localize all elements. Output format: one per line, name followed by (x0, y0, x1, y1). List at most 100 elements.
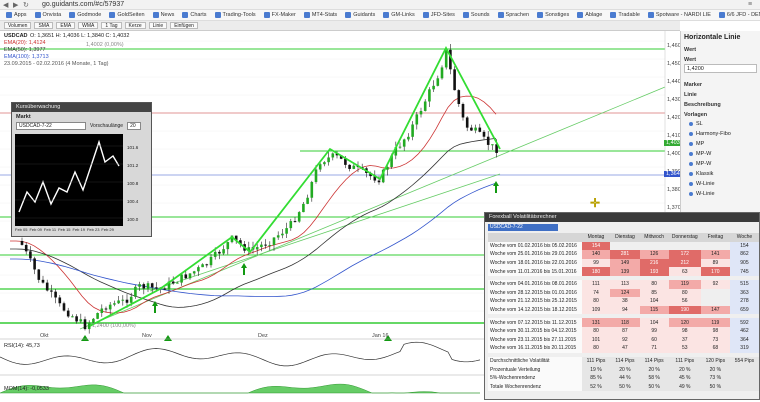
value-input[interactable]: 1,4200 (684, 64, 757, 73)
bookmark-item[interactable]: Sounds (460, 12, 493, 18)
bookmark-item[interactable]: Trading-Tools (212, 12, 259, 18)
bookmark-item[interactable]: GoldSeiten (106, 12, 147, 18)
url-text[interactable]: go.guidants.com/#c/57937 (42, 1, 124, 8)
watch-popup[interactable]: Kursüberwachung Markt USDCAD-7-22 Vorsch… (11, 102, 152, 237)
popup-tab[interactable]: Markt (12, 112, 151, 122)
table-cell: 111 (581, 279, 611, 289)
mini-axis-label: 100.0 (127, 217, 139, 222)
table-cell: 89 (700, 258, 730, 268)
mini-date-label: Feb 09 (29, 227, 42, 232)
table-cell: 172 (668, 250, 701, 259)
table-cell: 120 (668, 318, 701, 327)
candle-body (289, 221, 293, 229)
table-cell: 141 (700, 250, 730, 259)
bookmark-item[interactable]: Charts (179, 12, 209, 18)
arrow-up-icon[interactable] (493, 181, 499, 193)
candle-body (297, 212, 301, 222)
volatility-popup-title[interactable]: Forexball Volatilitätsrechner (485, 213, 759, 222)
template-item[interactable]: Klassik (681, 169, 760, 179)
volatility-symbol-select[interactable]: USDCAD-7-22 (488, 224, 558, 231)
bookmark-item[interactable]: Godmode (66, 12, 104, 18)
candle-body (129, 296, 133, 303)
candle-body (314, 169, 318, 182)
bookmark-label: Trading-Tools (222, 12, 256, 18)
bookmark-item[interactable]: Tradable (607, 12, 643, 18)
table-cell (610, 242, 639, 251)
table-cell: 170 (700, 267, 730, 276)
template-item[interactable]: MP (681, 139, 760, 149)
toolbar-button[interactable]: WMA (78, 22, 99, 29)
bookmark-item[interactable]: JFD-Sites (420, 12, 458, 18)
bookmark-item[interactable]: 6/6 JFD - DEM (716, 12, 760, 18)
bookmark-item[interactable]: Sonstiges (534, 12, 572, 18)
table-cell: 364 (729, 335, 759, 345)
bookmark-item[interactable]: Spotware - NARDI LIE (645, 12, 714, 18)
bookmark-item[interactable]: MT4-Stats (301, 12, 340, 18)
template-item[interactable]: Harmony-Fibo (681, 129, 760, 139)
table-row: Woche vom 16.11.2015 bis 20.11.2015 80 47 7… (488, 344, 759, 353)
bookmark-label: Guidants (353, 12, 376, 18)
table-cell: Woche vom 16.11.2015 bis 20.11.2015 (488, 344, 582, 353)
table-cell: 119 (700, 318, 730, 327)
candle-body (108, 304, 112, 310)
table-cell: 140 (581, 250, 611, 259)
bookmark-item[interactable]: Onvista (32, 12, 65, 18)
table-cell: 278 (729, 297, 759, 306)
bookmark-item[interactable]: Guidants (342, 12, 378, 18)
candle-body (121, 299, 125, 301)
bookmark-item[interactable]: Apps (3, 12, 30, 18)
table-cell: 114 Pips (639, 356, 669, 366)
bookmark-label: MT4-Stats (311, 12, 338, 18)
panel-title: Horizontale Linie (684, 34, 741, 41)
reload-icon[interactable]: ↻ (23, 1, 29, 9)
candle-body (176, 282, 179, 284)
bookmark-item[interactable]: GM-Links (380, 12, 418, 18)
back-icon[interactable]: ◀ (3, 1, 8, 9)
table-header: Donnerstag (668, 233, 701, 242)
template-item[interactable]: SL (681, 119, 760, 129)
table-cell (640, 242, 669, 251)
table-cell: 71 (639, 344, 669, 353)
template-item[interactable]: MP-W (681, 159, 760, 169)
toolbar-button[interactable]: 1 Tag (101, 22, 122, 29)
candle-body (377, 180, 381, 183)
candle-body (352, 165, 356, 169)
toolbar-button[interactable]: Volumen (4, 22, 32, 29)
summary-row: 5%-Wochenrendenz 85 % 44 % 58 % 45 % 73 % (488, 373, 759, 383)
candle-body (83, 319, 87, 330)
volatility-calculator-popup[interactable]: Forexball Volatilitätsrechner USDCAD-7-2… (484, 212, 760, 400)
table-cell: 80 (581, 326, 611, 336)
toolbar-button[interactable]: Kerze (124, 22, 146, 29)
template-icon (689, 162, 693, 166)
forward-icon[interactable]: ▶ (13, 1, 18, 9)
candle-body (331, 153, 335, 158)
template-item[interactable]: MP-W (681, 149, 760, 159)
candle-body (281, 233, 284, 236)
bookmark-item[interactable]: Ablage (574, 12, 605, 18)
template-item[interactable]: W-Linie (681, 189, 760, 199)
toolbar-button[interactable]: Einfügen (170, 22, 198, 29)
bookmark-item[interactable]: News (150, 12, 178, 18)
table-cell: 63 (668, 267, 701, 276)
symbol-select[interactable]: USDCAD-7-22 (16, 122, 86, 130)
bookmark-item[interactable]: Sprachen (495, 12, 533, 18)
candle-body (66, 310, 70, 317)
preview-length-input[interactable]: 20 (127, 122, 142, 130)
table-row: Woche vom 30.11.2015 bis 04.12.2015 80 87 9… (488, 326, 759, 336)
popup-title[interactable]: Kursüberwachung (12, 103, 151, 112)
table-cell: 20 % (668, 365, 701, 374)
arrow-up-icon[interactable] (241, 263, 247, 275)
bookmark-icon (6, 12, 12, 18)
table-cell: 363 (729, 288, 759, 298)
trend-line[interactable] (149, 173, 501, 292)
candle-body (318, 164, 322, 170)
triangle-marker-icon (164, 335, 172, 341)
fib-top-label: 1,4002 (0,00%) (86, 42, 124, 48)
momentum-area (0, 383, 480, 394)
toolbar-button[interactable]: SMA (34, 22, 54, 29)
toolbar-button[interactable]: EMA (56, 22, 76, 29)
template-item[interactable]: W-Linie (681, 179, 760, 189)
menu-icon[interactable]: ≡ (748, 1, 752, 8)
toolbar-button[interactable]: Linie (148, 22, 168, 29)
bookmark-item[interactable]: FX-Maker (261, 12, 299, 18)
